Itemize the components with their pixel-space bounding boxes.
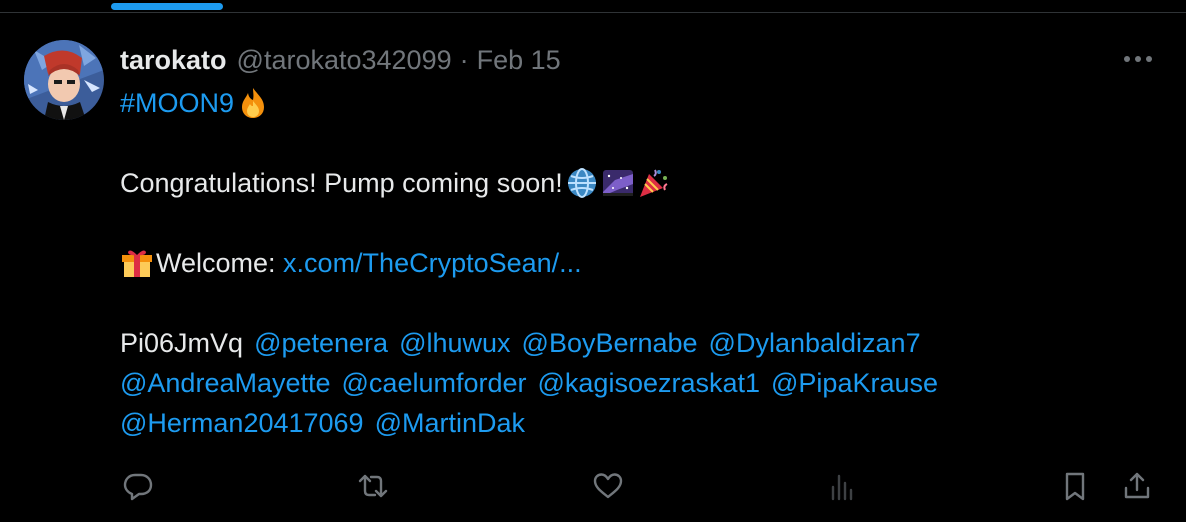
mention-link[interactable]: @BoyBernabe — [522, 323, 698, 363]
reply-icon — [123, 473, 153, 501]
mention-link[interactable]: @petenera — [254, 323, 388, 363]
mention-link[interactable]: @AndreaMayette — [120, 363, 331, 403]
views-button[interactable] — [820, 464, 864, 508]
hashtag-link[interactable]: #MOON9 — [120, 83, 234, 123]
analytics-icon — [831, 474, 853, 501]
mentions-line-1: Pi06JmVq @petenera @lhuwux @BoyBernabe @… — [120, 323, 1140, 363]
user-handle[interactable]: @tarokato342099 — [237, 45, 452, 76]
avatar[interactable] — [24, 40, 104, 120]
tweet-date[interactable]: Feb 15 — [477, 45, 561, 76]
congrats-text: Congratulations! Pump coming soon! — [120, 168, 563, 198]
retweet-icon — [358, 474, 388, 498]
mention-link[interactable]: @Dylanbaldizan7 — [709, 323, 921, 363]
more-options-button[interactable] — [1116, 44, 1160, 74]
mention-link[interactable]: @Herman20417069 — [120, 403, 364, 443]
retweet-button[interactable] — [351, 464, 395, 508]
globe-icon — [565, 166, 599, 200]
heart-icon — [593, 473, 623, 499]
active-tab-indicator — [111, 3, 223, 10]
hashtag-line: #MOON9 — [120, 83, 1140, 123]
milky-way-icon — [601, 166, 635, 200]
mention-link[interactable]: @MartinDak — [375, 403, 525, 443]
welcome-link[interactable]: x.com/TheCryptoSean/... — [283, 243, 582, 283]
bookmark-icon — [1065, 472, 1085, 501]
top-divider — [0, 12, 1186, 13]
share-icon — [1124, 472, 1150, 499]
share-button[interactable] — [1115, 464, 1159, 508]
tweet-page: tarokato @tarokato342099 · Feb 15 #MOON9… — [0, 0, 1186, 522]
mention-link[interactable]: @caelumforder — [342, 363, 527, 403]
mention-link[interactable]: @lhuwux — [399, 323, 510, 363]
mentions-line-2: @AndreaMayette @caelumforder @kagisoezra… — [120, 363, 1140, 403]
tweet-header: tarokato @tarokato342099 · Feb 15 — [120, 40, 561, 80]
tweet-text: #MOON9 Congratulations! Pump coming soon… — [120, 83, 1140, 443]
code-text: Pi06JmVq — [120, 328, 244, 358]
header-separator: · — [459, 44, 469, 75]
reply-button[interactable] — [116, 464, 160, 508]
bookmark-button[interactable] — [1053, 464, 1097, 508]
fire-icon — [236, 86, 270, 120]
display-name[interactable]: tarokato — [120, 45, 227, 76]
more-horizontal-icon — [1124, 56, 1152, 62]
congrats-line: Congratulations! Pump coming soon! — [120, 163, 1140, 203]
mention-link[interactable]: @kagisoezraskat1 — [538, 363, 761, 403]
like-button[interactable] — [586, 464, 630, 508]
tweet-action-bar — [0, 464, 1186, 508]
welcome-line: Welcome: x.com/TheCryptoSean/... — [120, 243, 1140, 283]
gift-icon — [120, 246, 154, 280]
mentions-line-3: @Herman20417069 @MartinDak — [120, 403, 1140, 443]
mention-link[interactable]: @PipaKrause — [771, 363, 938, 403]
party-popper-icon — [637, 166, 671, 200]
welcome-label: Welcome: — [156, 248, 284, 278]
